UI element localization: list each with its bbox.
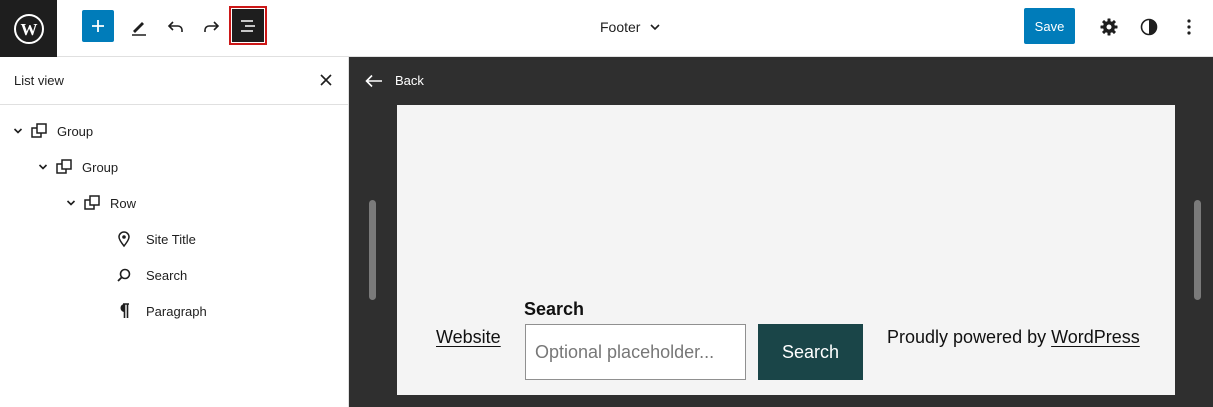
back-label: Back xyxy=(395,73,424,88)
list-item-label: Group xyxy=(57,123,94,139)
map-pin-icon xyxy=(108,227,140,251)
powered-by-text: Proudly powered by xyxy=(887,327,1047,347)
chevron-down-icon[interactable] xyxy=(34,158,52,176)
undo-icon xyxy=(167,21,183,32)
right-resize-handle[interactable] xyxy=(1194,200,1201,300)
redo-button[interactable] xyxy=(194,10,228,44)
list-item-group[interactable]: Group xyxy=(34,155,118,179)
list-view-panel: List view Group Group Row Site Title Sea… xyxy=(0,57,349,407)
contrast-icon xyxy=(1140,18,1158,36)
add-block-button[interactable] xyxy=(82,10,114,42)
plus-icon xyxy=(92,20,104,32)
document-title: Footer xyxy=(600,19,641,35)
wordpress-logo-button[interactable]: W xyxy=(0,0,57,57)
back-button[interactable]: Back xyxy=(365,73,424,88)
search-placeholder: Optional placeholder... xyxy=(535,341,715,362)
search-input[interactable]: Optional placeholder... xyxy=(525,324,746,380)
options-button[interactable] xyxy=(1172,10,1206,44)
footer-preview-frame: Website Search Optional placeholder... S… xyxy=(397,105,1175,395)
powered-by-paragraph: Proudly powered by WordPress xyxy=(887,327,1140,348)
chevron-down-icon xyxy=(650,24,661,31)
settings-button[interactable] xyxy=(1092,10,1126,44)
undo-button[interactable] xyxy=(159,10,193,44)
arrow-left-icon xyxy=(365,74,382,87)
styles-button[interactable] xyxy=(1132,10,1166,44)
pencil-icon xyxy=(132,22,146,36)
list-item-label: Group xyxy=(82,159,119,175)
list-item-label: Search xyxy=(146,267,188,283)
gear-icon xyxy=(1100,18,1118,36)
list-item-label: Paragraph xyxy=(146,303,207,319)
list-item-label: Row xyxy=(110,195,137,211)
svg-text:W: W xyxy=(20,20,37,39)
left-resize-handle[interactable] xyxy=(369,200,376,300)
row-icon xyxy=(80,191,104,215)
search-icon xyxy=(108,263,140,287)
list-item-group[interactable]: Group xyxy=(9,119,93,143)
chevron-down-icon[interactable] xyxy=(62,194,80,212)
editor-header: W Footer Save xyxy=(0,0,1213,57)
list-view-header: List view xyxy=(0,57,348,105)
list-item-row[interactable]: Row xyxy=(62,191,136,215)
list-view-toggle-button[interactable] xyxy=(229,6,267,45)
group-icon xyxy=(52,155,76,179)
close-list-view-button[interactable] xyxy=(315,69,337,91)
save-button[interactable]: Save xyxy=(1024,8,1075,44)
group-icon xyxy=(27,119,51,143)
close-icon xyxy=(320,74,332,86)
list-view-title: List view xyxy=(14,73,64,88)
chevron-down-icon[interactable] xyxy=(9,122,27,140)
list-item-paragraph[interactable]: Paragraph xyxy=(108,299,207,323)
document-title-dropdown[interactable]: Footer xyxy=(600,16,662,38)
wordpress-link[interactable]: WordPress xyxy=(1051,327,1140,347)
editor-canvas: Back Website Search Optional placeholder… xyxy=(349,57,1213,407)
search-label: Search xyxy=(524,299,585,319)
site-title-link[interactable]: Website xyxy=(436,327,501,348)
tools-button[interactable] xyxy=(122,10,156,44)
list-item-label: Site Title xyxy=(146,231,196,247)
search-submit-button[interactable]: Search xyxy=(758,324,863,380)
wordpress-logo-icon: W xyxy=(13,13,44,44)
more-vertical-icon xyxy=(1187,19,1191,35)
list-item-search[interactable]: Search xyxy=(108,263,187,287)
paragraph-icon xyxy=(108,299,140,323)
redo-icon xyxy=(204,21,220,32)
list-item-site-title[interactable]: Site Title xyxy=(108,227,196,251)
list-view-icon xyxy=(241,19,255,32)
